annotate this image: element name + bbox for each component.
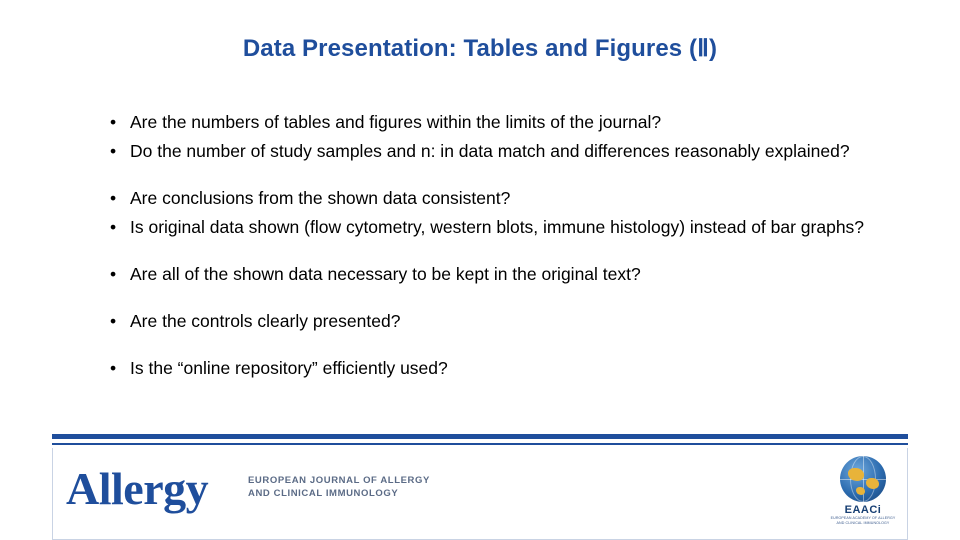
journal-subtitle: EUROPEAN JOURNAL OF ALLERGY AND CLINICAL… xyxy=(248,474,430,500)
journal-logo: Allergy xyxy=(66,463,209,514)
footer-rule-thin xyxy=(52,443,908,445)
bullet-marker: • xyxy=(110,311,117,331)
bullet-marker: • xyxy=(110,112,117,132)
list-item: • Are the numbers of tables and figures … xyxy=(104,108,904,137)
eaaci-tagline-line-2: AND CLINICAL IMMUNOLOGY xyxy=(836,520,890,525)
eaaci-logo: EAACi EUROPEAN ACADEMY OF ALLERGY AND CL… xyxy=(826,456,900,526)
eaaci-acronym: EAACi xyxy=(844,504,882,516)
bullet-group: • Are the controls clearly presented? xyxy=(104,307,904,336)
slide-footer: Allergy EUROPEAN JOURNAL OF ALLERGY AND … xyxy=(0,434,960,540)
bullet-list: • Are the numbers of tables and figures … xyxy=(104,108,904,383)
journal-subtitle-line-1: EUROPEAN JOURNAL OF ALLERGY xyxy=(248,475,430,486)
list-item: • Is original data shown (flow cytometry… xyxy=(104,213,904,242)
bullet-group: • Are conclusions from the shown data co… xyxy=(104,184,904,242)
page-title: Data Presentation: Tables and Figures (Ⅱ… xyxy=(242,35,718,62)
globe-icon xyxy=(840,456,886,502)
list-item: • Are conclusions from the shown data co… xyxy=(104,184,904,213)
slide: Data Presentation: Tables and Figures (Ⅱ… xyxy=(0,0,960,540)
globe-landmass xyxy=(866,478,879,489)
journal-subtitle-line-2: AND CLINICAL IMMUNOLOGY xyxy=(248,488,399,499)
list-item: • Are all of the shown data necessary to… xyxy=(104,260,904,289)
bullet-marker: • xyxy=(110,264,117,284)
footer-rule-thick xyxy=(52,434,908,439)
list-item-text: Do the number of study samples and n: in… xyxy=(130,141,850,161)
bullet-marker: • xyxy=(110,358,117,378)
bullet-marker: • xyxy=(110,188,117,208)
list-item: • Do the number of study samples and n: … xyxy=(104,137,904,166)
list-item-text: Is original data shown (flow cytometry, … xyxy=(130,217,865,237)
globe-equator xyxy=(840,479,886,480)
bullet-marker: • xyxy=(110,141,117,161)
list-item-text: Are conclusions from the shown data cons… xyxy=(130,188,511,208)
bullet-group: • Is the “online repository” efficiently… xyxy=(104,354,904,383)
list-item-text: Is the “online repository” efficiently u… xyxy=(130,358,448,378)
bullet-group: • Are the numbers of tables and figures … xyxy=(104,108,904,166)
eaaci-tagline: EUROPEAN ACADEMY OF ALLERGY AND CLINICAL… xyxy=(826,516,900,525)
bullet-group: • Are all of the shown data necessary to… xyxy=(104,260,904,289)
list-item: • Are the controls clearly presented? xyxy=(104,307,904,336)
globe-landmass xyxy=(856,487,865,495)
list-item: • Is the “online repository” efficiently… xyxy=(104,354,904,383)
globe-landmass xyxy=(848,468,864,481)
list-item-text: Are all of the shown data necessary to b… xyxy=(130,264,641,284)
eaaci-tagline-line-1: EUROPEAN ACADEMY OF ALLERGY xyxy=(830,516,896,520)
list-item-text: Are the controls clearly presented? xyxy=(130,311,401,331)
bullet-marker: • xyxy=(110,217,117,237)
list-item-text: Are the numbers of tables and figures wi… xyxy=(130,112,662,132)
